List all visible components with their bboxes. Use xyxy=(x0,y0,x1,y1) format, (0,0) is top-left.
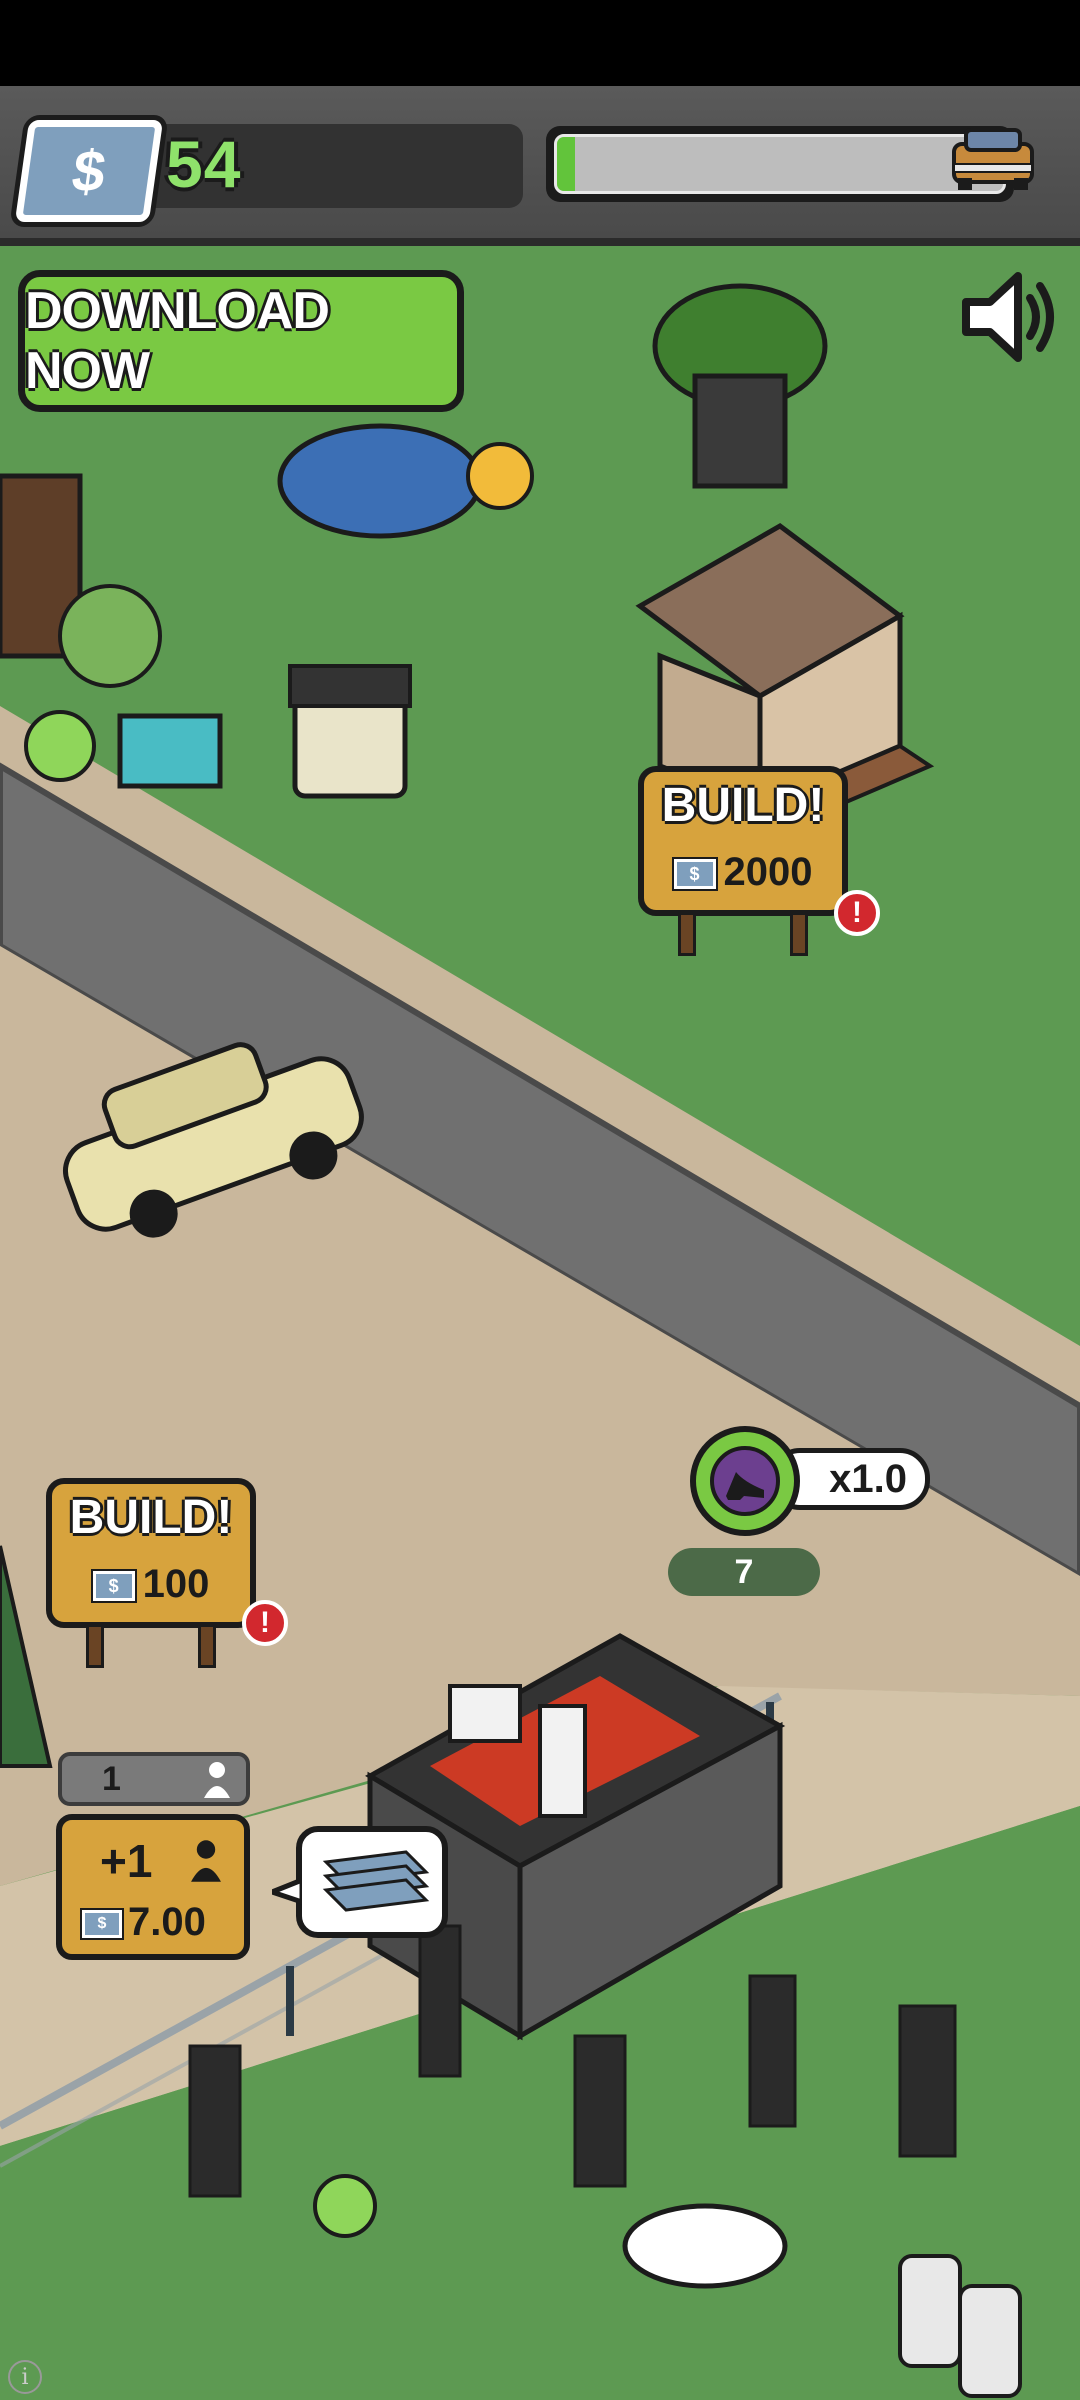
hire-worker-sign[interactable]: +1 $7.00 xyxy=(56,1814,250,1960)
hire-cost: $7.00 xyxy=(82,1900,206,1945)
worker-count: 1 xyxy=(102,1760,121,1798)
sign-post xyxy=(86,1624,104,1668)
attraction-badge[interactable] xyxy=(690,1426,800,1536)
car-icon xyxy=(952,128,1034,190)
dollar-bill-icon: $ xyxy=(82,1910,122,1939)
progress-bar xyxy=(546,126,1014,202)
map-scene xyxy=(0,246,1080,2400)
person-icon xyxy=(191,1840,221,1882)
build-sign-cost: $100 xyxy=(46,1562,256,1607)
dollar-bill-icon: $ xyxy=(673,859,716,890)
money-amount: 54 xyxy=(166,127,242,201)
alert-icon: ! xyxy=(242,1600,288,1646)
high-heel-icon xyxy=(710,1446,780,1516)
dollar-bill-icon: $ xyxy=(92,1571,135,1602)
alert-icon: ! xyxy=(834,890,880,936)
download-now-button[interactable]: DOWNLOAD NOW xyxy=(18,270,464,412)
hire-cost-value: 7.00 xyxy=(128,1900,206,1944)
speaker-icon[interactable] xyxy=(954,262,1064,372)
collect-cash-bubble[interactable] xyxy=(272,1826,448,1938)
build-sign-shed[interactable]: BUILD! $2000 xyxy=(638,766,848,956)
worker-count-panel: 1 xyxy=(58,1752,250,1806)
status-bar xyxy=(0,0,1080,86)
build-sign-title: BUILD! xyxy=(69,1491,233,1544)
progress-track xyxy=(554,134,1006,194)
sign-post xyxy=(678,912,696,956)
progress-fill xyxy=(557,137,575,191)
build-sign-lot[interactable]: BUILD! $100 xyxy=(46,1478,256,1668)
info-icon[interactable]: i xyxy=(8,2360,42,2394)
hire-label: +1 xyxy=(100,1835,153,1887)
bubble-tail xyxy=(272,1877,302,1905)
build-cost-value: 100 xyxy=(142,1562,210,1606)
build-cost-value: 2000 xyxy=(723,850,813,894)
game-map[interactable]: DOWNLOAD NOW BUILD! $2000 ! BUILD! $100 … xyxy=(0,246,1080,2400)
sign-post xyxy=(790,912,808,956)
person-icon xyxy=(204,1762,230,1798)
cash-stack-icon xyxy=(322,1850,430,1912)
top-hud: $ 54 xyxy=(0,86,1080,246)
sign-post xyxy=(198,1624,216,1668)
build-sign-cost: $2000 xyxy=(638,850,848,895)
dollar-bill-icon: $ xyxy=(14,120,164,222)
build-sign-title: BUILD! xyxy=(661,779,825,832)
attraction-level: 7 xyxy=(668,1548,820,1596)
